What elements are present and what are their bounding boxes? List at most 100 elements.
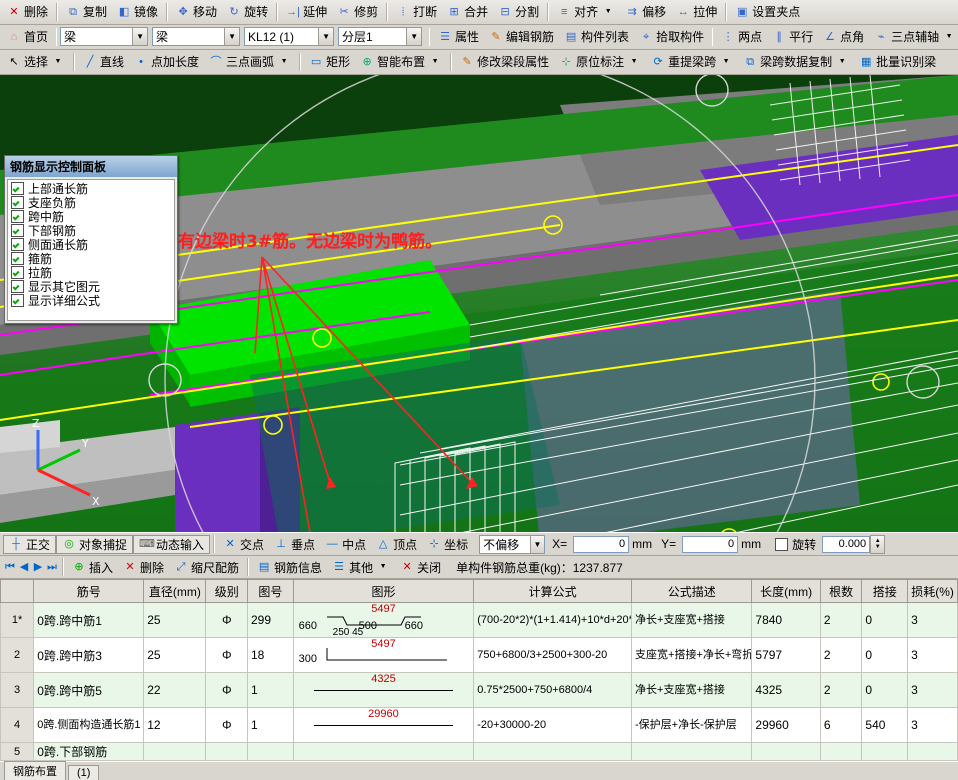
point-angle-button[interactable]: ∠ 点角 <box>818 26 869 47</box>
toolbar-button-copy[interactable]: ⧉ 复制 <box>61 1 112 22</box>
rect-button[interactable]: ▭ 矩形 <box>304 51 355 72</box>
table-row[interactable]: 1* 0跨.跨中筋1 25 Φ 299 5497 660 500 660 250… <box>0 602 958 639</box>
vertex-snap[interactable]: △ 顶点 <box>371 535 422 554</box>
cell-rebar-number[interactable]: 0跨.下部钢筋 <box>33 742 145 762</box>
cell-grade[interactable]: Φ <box>205 637 248 674</box>
cell-formula-desc[interactable]: -保护层+净长-保护层 <box>631 707 753 744</box>
cell-length[interactable]: 5797 <box>751 637 821 674</box>
y-input[interactable]: 0 <box>682 535 739 553</box>
cell-diameter[interactable]: 22 <box>143 672 207 709</box>
cell-picture-no[interactable]: 299 <box>247 602 294 639</box>
header-count[interactable]: 根数 <box>819 579 863 604</box>
intersection-snap[interactable]: ✕ 交点 <box>218 535 269 554</box>
checkbox-icon[interactable] <box>11 210 24 224</box>
cell-loss[interactable]: 3 <box>907 672 958 709</box>
checkbox-icon[interactable] <box>11 182 24 196</box>
chevron-down-icon[interactable]: ▼ <box>835 55 849 69</box>
nav-next-icon[interactable]: ▶ <box>31 560 45 574</box>
checkbox-row[interactable]: 下部钢筋 <box>11 224 171 238</box>
edit-rebar-button[interactable]: ✎ 编辑钢筋 <box>484 26 559 47</box>
cell-loss[interactable] <box>907 742 958 762</box>
chevron-down-icon[interactable]: ▼ <box>719 55 733 69</box>
three-point-aux-button[interactable]: ⌁ 三点辅轴 ▼ <box>869 26 958 47</box>
nav-prev-icon[interactable]: ◀ <box>17 560 31 574</box>
cell-picture-no[interactable]: 1 <box>247 672 294 709</box>
checkbox-row[interactable]: 箍筋 <box>11 252 171 266</box>
toolbar-button-break[interactable]: ⦙ 打断 <box>391 1 442 22</box>
rebar-info-button[interactable]: ▤ 钢筋信息 <box>252 557 327 578</box>
other-menu-button[interactable]: ☰ 其他 ▼ <box>327 557 395 578</box>
re-extract-span-button[interactable]: ⟳ 重提梁跨 ▼ <box>646 51 738 72</box>
checkbox-row[interactable]: 上部通长筋 <box>11 182 171 196</box>
nav-last-icon[interactable]: ⏭ <box>45 560 59 574</box>
cell-picture-no[interactable]: 1 <box>247 707 294 744</box>
checkbox-row[interactable]: 支座负筋 <box>11 196 171 210</box>
toolbar-button-align[interactable]: ≡ 对齐 ▼ <box>552 1 620 22</box>
point-length-button[interactable]: • 点加长度 <box>129 51 204 72</box>
cell-grade[interactable]: Φ <box>205 602 248 639</box>
cell-figure[interactable]: 5497 300 <box>292 637 475 674</box>
cell-loss[interactable]: 3 <box>907 707 958 744</box>
cell-rebar-number[interactable]: 0跨.跨中筋5 <box>33 672 145 709</box>
cell-count[interactable]: 2 <box>819 672 863 709</box>
cell-count[interactable] <box>819 742 863 762</box>
checkbox-icon[interactable] <box>11 280 24 294</box>
cell-formula-desc[interactable] <box>631 742 753 762</box>
original-annot-button[interactable]: ⊹ 原位标注 ▼ <box>554 51 646 72</box>
checkbox-icon[interactable] <box>11 238 24 252</box>
cell-diameter[interactable]: 25 <box>143 602 207 639</box>
checkbox-row[interactable]: 拉筋 <box>11 266 171 280</box>
midpoint-snap[interactable]: — 中点 <box>320 535 371 554</box>
chevron-down-icon[interactable]: ▼ <box>318 28 334 46</box>
header-diameter[interactable]: 直径(mm) <box>143 579 207 604</box>
cell-formula[interactable] <box>473 742 633 762</box>
cell-length[interactable]: 29960 <box>751 707 821 744</box>
perpendicular-snap[interactable]: ⊥ 垂点 <box>269 535 320 554</box>
chevron-down-icon[interactable]: ▼ <box>601 5 615 19</box>
toolbar-button-rotate[interactable]: ↻ 旋转 <box>222 1 273 22</box>
checkbox-icon[interactable] <box>11 266 24 280</box>
tab-rebar-layout[interactable]: 钢筋布置 <box>4 761 66 780</box>
dynamic-input-toggle[interactable]: ⌨ 动态输入 <box>133 534 211 554</box>
checkbox-icon[interactable] <box>11 224 24 238</box>
ortho-toggle[interactable]: ┼ 正交 <box>3 534 57 554</box>
chevron-down-icon[interactable]: ▼ <box>428 55 442 69</box>
header-formula-desc[interactable]: 公式描述 <box>631 579 753 604</box>
chevron-down-icon[interactable]: ▼ <box>224 28 240 46</box>
cell-figure[interactable]: 5497 660 500 660 250 45 <box>292 602 475 639</box>
rotate-spinner[interactable]: ▲ ▼ <box>870 534 886 554</box>
header-grade[interactable]: 级别 <box>205 579 248 604</box>
cell-count[interactable]: 6 <box>819 707 863 744</box>
nav-first-icon[interactable]: ⏮ <box>3 560 17 574</box>
cell-grade[interactable]: Φ <box>205 672 248 709</box>
cell-diameter[interactable]: 12 <box>143 707 207 744</box>
row-index[interactable]: 4 <box>0 707 35 744</box>
beam-span-copy-button[interactable]: ⧉ 梁跨数据复制 ▼ <box>738 51 854 72</box>
checkbox-row[interactable]: 显示详细公式 <box>11 294 171 308</box>
cell-formula-desc[interactable]: 净长+支座宽+搭接 <box>631 602 753 639</box>
row-index[interactable]: 2 <box>0 637 35 674</box>
cell-rebar-number[interactable]: 0跨.跨中筋3 <box>33 637 145 674</box>
header-picture-no[interactable]: 图号 <box>247 579 294 604</box>
cell-figure[interactable]: 29960 <box>292 707 475 744</box>
rotate-checkbox[interactable] <box>775 537 789 551</box>
combo-component-type[interactable]: 梁 ▼ <box>60 27 149 47</box>
chevron-down-icon[interactable]: ▼ <box>51 55 65 69</box>
cell-count[interactable]: 2 <box>819 602 863 639</box>
modify-beam-prop-button[interactable]: ✎ 修改梁段属性 <box>455 51 554 72</box>
property-button[interactable]: ☰ 属性 <box>433 26 484 47</box>
table-row[interactable]: 4 0跨.侧面构造通长筋1 12 Φ 1 29960 -20+30000-20 … <box>0 707 958 744</box>
cell-lap[interactable]: 0 <box>861 602 909 639</box>
cell-loss[interactable]: 3 <box>907 637 958 674</box>
cell-picture-no[interactable]: 18 <box>247 637 294 674</box>
chevron-down-icon[interactable]: ▼ <box>627 55 641 69</box>
toolbar-button-split[interactable]: ⊟ 分割 <box>493 1 544 22</box>
header-figure[interactable]: 图形 <box>292 579 475 604</box>
line-button[interactable]: ╱ 直线 <box>78 51 129 72</box>
cell-formula[interactable]: 750+6800/3+2500+300-20 <box>473 637 633 674</box>
toolbar-button-mirror[interactable]: ◧ 镜像 <box>112 1 163 22</box>
checkbox-icon[interactable] <box>11 294 24 308</box>
row-index[interactable]: 5 <box>0 742 35 762</box>
chevron-down-icon[interactable]: ▼ <box>132 28 148 46</box>
3d-view-canvas[interactable]: Z Y X 有边梁时3#筋。无边梁时为鸭筋。 钢筋显示控制面板 上部通长筋 支座… <box>0 74 958 533</box>
